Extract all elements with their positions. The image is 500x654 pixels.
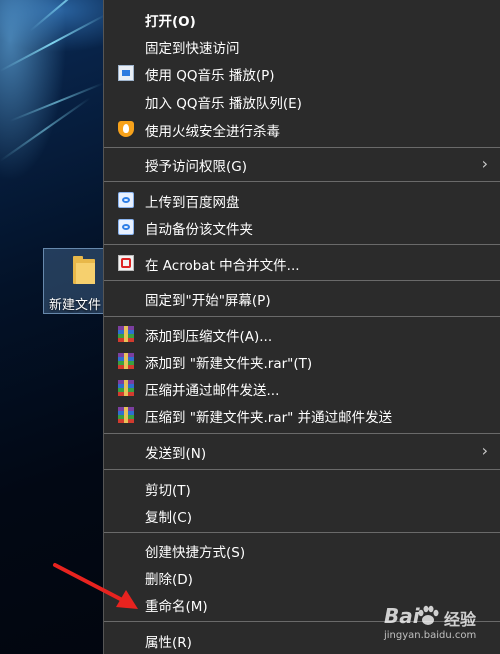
watermark-url: jingyan.baidu.com — [384, 630, 477, 641]
baidu-paw-icon — [418, 605, 439, 625]
annotation-arrow — [53, 563, 138, 609]
baidu-jingyan-watermark: Bai 经验 jingyan.baidu.com — [382, 602, 500, 654]
watermark-brand: 经验 — [444, 610, 477, 629]
